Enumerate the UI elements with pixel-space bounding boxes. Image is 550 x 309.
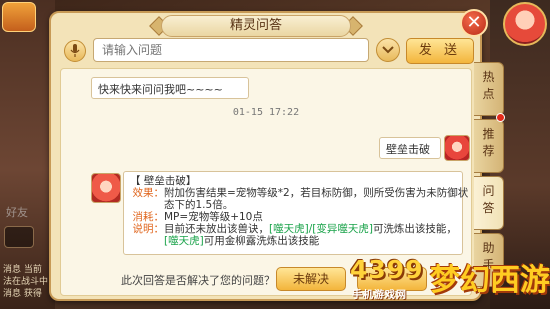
message-timestamp: 01-15 17:22 [232,107,300,118]
skill-link[interactable]: [噬天虎] [164,235,204,247]
dialog-title: 精灵问答 [161,15,351,37]
tab-qa[interactable]: 问 答 [474,176,504,230]
answer-bubble: 【 壁垒击破】 效果：附加伤害结果=宠物等级*2，若目标防御，则所受伤害为未防御… [123,171,468,255]
note-label: 说明： [132,223,165,235]
notification-dot [496,113,505,122]
player-avatar[interactable] [2,2,36,32]
tab-label: 热 点 [482,70,495,101]
system-message-line: 消息 获得 [3,289,42,299]
tab-label: 推 荐 [482,127,495,158]
feedback-question: 此次回答是否解决了您的问题？ [121,274,275,287]
unresolved-button[interactable]: 未解决 [276,267,346,291]
assistant-greeting-bubble: 快来快来问问我吧~~~~ [91,77,249,99]
microphone-icon [70,44,80,57]
user-avatar [444,135,470,161]
close-button[interactable]: ✕ [460,9,488,37]
watermark-logo: 4399 [350,255,424,284]
question-input[interactable] [93,38,369,62]
microphone-button[interactable] [64,40,86,62]
game-logo: 梦幻西游 [430,263,550,298]
skill-link[interactable]: [噬天虎]/[变异噬天虎] [269,223,373,235]
cost-label: 消耗： [132,211,165,223]
tab-hot[interactable]: 热 点 [474,62,504,116]
assistant-avatar [91,173,121,203]
note-text: 目前还未放出该兽诀， [164,223,269,235]
effect-text-cont: 态下的1.5倍。 [164,199,234,211]
note-text: 可洗炼出该技能， [372,223,457,235]
effect-label: 效果： [132,187,165,199]
history-dropdown-button[interactable] [376,38,400,62]
cost-text: MP=宠物等级+10点 [164,211,263,223]
send-button[interactable]: 发 送 [406,38,474,64]
tab-label: 问 答 [482,184,495,215]
note-text: 可用金柳露洗炼出该技能 [203,235,320,247]
tab-recommend[interactable]: 推 荐 [474,119,504,173]
effect-text: 附加伤害结果=宠物等级*2，若目标防御，则所受伤害为未防御状 [164,187,469,199]
friend-label: 好友 [6,206,28,219]
chevron-down-icon [382,46,394,54]
answer-title: 【 壁垒击破】 [130,175,197,187]
hero-avatar[interactable] [503,2,547,46]
chat-bubble-icon[interactable] [4,226,34,248]
user-question-bubble: 壁垒击破 [379,137,441,159]
watermark-subtitle: 手机游戏网 [352,290,407,301]
